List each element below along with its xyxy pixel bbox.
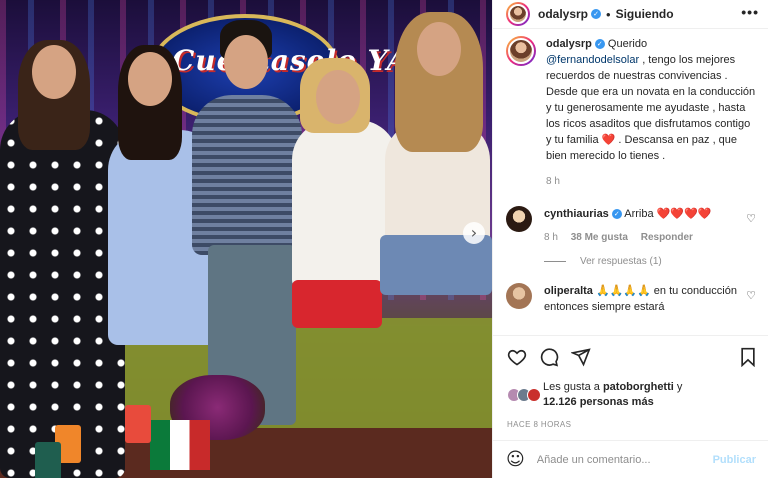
view-replies-label: Ver respuestas (1) (580, 256, 662, 267)
comments-section[interactable]: odalysrp ✓ Querido @fernandodelsolar , te… (493, 30, 768, 334)
comment-text: Arriba ❤️❤️❤️❤️ (624, 208, 712, 220)
comment-item: cynthiaurias ✓ Arriba ❤️❤️❤️❤️ 8 h 38 Me … (506, 206, 756, 246)
caption-mention[interactable]: @fernandodelsolar (546, 54, 639, 66)
reply-button[interactable]: Responder (641, 232, 693, 243)
add-comment-bar: ☺ Publicar (493, 440, 768, 478)
emoji-smiley-icon[interactable]: ☺ (506, 449, 525, 470)
liked-by-and: y (676, 381, 683, 393)
flag (150, 420, 210, 470)
comment-time[interactable]: 8 h (544, 232, 558, 243)
caption-intro: Querido (607, 38, 648, 50)
person-polka-dress (0, 110, 125, 478)
more-horizontal-icon[interactable]: ••• (741, 4, 759, 20)
person-plaid-shirt (192, 95, 302, 255)
comment-like-heart-icon[interactable]: ♡ (746, 212, 756, 225)
comment-item: oliperalta 🙏🙏🙏🙏 en tu conducción entonce… (506, 283, 756, 315)
comment-input[interactable] (536, 453, 713, 466)
post-caption: odalysrp ✓ Querido @fernandodelsolar , te… (506, 36, 756, 190)
red-heart-emoji: ❤️ (601, 134, 616, 146)
next-photo-button[interactable]: › (463, 222, 485, 244)
likes-summary[interactable]: Les gusta a patoborghetti y 12.126 perso… (507, 380, 757, 410)
post-actions: Les gusta a patoborghetti y 12.126 perso… (493, 335, 768, 429)
verified-badge-icon: ✓ (611, 209, 622, 219)
liked-by-count[interactable]: 12.126 personas más (543, 396, 654, 408)
comment-likes[interactable]: 38 Me gusta (571, 232, 628, 243)
commenter-username[interactable]: cynthiaurias (544, 208, 609, 220)
commenter-username[interactable]: oliperalta (544, 285, 593, 297)
show-sign-text: Cuéntaselo YA! (172, 44, 423, 77)
caption-body: , tengo los mejores recuerdos de nuestra… (546, 54, 756, 146)
post-header: odalysrp ✓ • Siguiendo ••• (493, 0, 768, 29)
liked-by-user[interactable]: patoborghetti (603, 381, 674, 393)
post-panel: odalysrp ✓ • Siguiendo ••• odalysrp ✓ Que… (492, 0, 768, 478)
author-avatar[interactable] (506, 2, 530, 26)
follow-status[interactable]: Siguiendo (616, 7, 674, 21)
caption-time: 8 h (546, 176, 560, 187)
like-heart-icon[interactable] (507, 347, 527, 367)
liked-by-prefix: Les gusta a (543, 381, 600, 393)
view-replies-button[interactable]: Ver respuestas (1) (544, 256, 756, 267)
share-paper-plane-icon[interactable] (571, 347, 591, 367)
commenter-avatar[interactable] (506, 206, 532, 232)
post-timestamp[interactable]: HACE 8 HORAS (507, 420, 757, 429)
caption-author-username[interactable]: odalysrp (546, 38, 592, 50)
post-photo[interactable]: Cuéntaselo YA! › (0, 0, 492, 478)
comment-bubble-icon[interactable] (539, 347, 559, 367)
comment-like-heart-icon[interactable]: ♡ (746, 289, 756, 302)
save-bookmark-icon[interactable] (739, 347, 757, 367)
liker-avatar (527, 388, 541, 402)
commenter-avatar[interactable] (506, 283, 532, 309)
verified-badge-icon: ✓ (594, 39, 605, 49)
author-username[interactable]: odalysrp (538, 7, 588, 21)
caption-author-avatar[interactable] (506, 36, 536, 66)
publish-button[interactable]: Publicar (713, 454, 756, 466)
verified-badge-icon: ✓ (591, 9, 602, 19)
